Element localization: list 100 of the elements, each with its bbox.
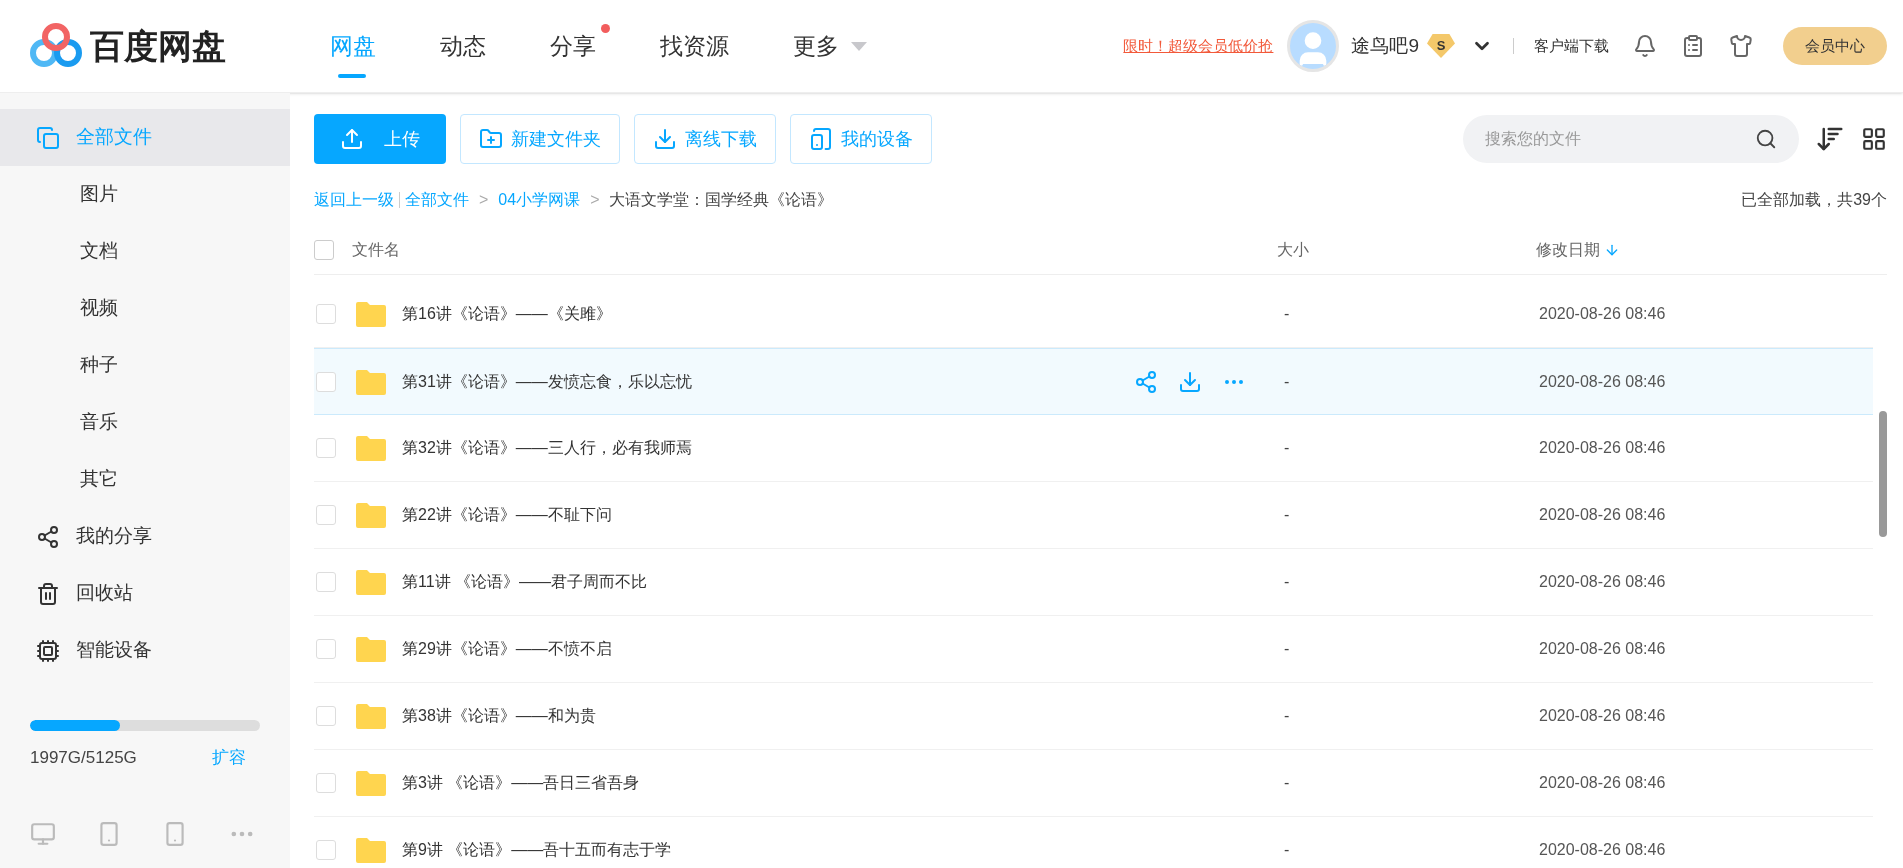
scrollbar[interactable] [1879, 411, 1887, 537]
file-row[interactable]: 第11讲 《论语》——君子周而不比 - 2020-08-26 08:46 [314, 549, 1873, 616]
nav-tab[interactable]: 找资源 [660, 0, 743, 93]
vip-badge: S [1427, 34, 1455, 58]
files-icon [36, 125, 60, 150]
shirt-icon[interactable] [1729, 34, 1753, 58]
nav-tab[interactable]: 更多 [793, 0, 881, 93]
breadcrumb-separator: > [590, 190, 600, 210]
sidebar-item[interactable]: 视频 [0, 280, 290, 337]
storage-reading: 1997G/5125G [30, 746, 137, 769]
search-icon[interactable] [1755, 128, 1777, 150]
grid-view-icon[interactable] [1861, 126, 1887, 152]
file-row[interactable]: 第3讲 《论语》——吾日三省吾身 - 2020-08-26 08:46 [314, 750, 1873, 817]
file-date: 2020-08-26 08:46 [1539, 505, 1666, 525]
clipboard-icon[interactable] [1681, 34, 1705, 58]
select-all-checkbox[interactable] [314, 239, 334, 260]
file-size: - [1284, 773, 1291, 793]
file-row[interactable]: 第9讲 《论语》——吾十五而有志于学 - 2020-08-26 08:46 [314, 817, 1873, 868]
file-row[interactable]: 第29讲《论语》——不愤不启 - 2020-08-26 08:46 [314, 616, 1873, 683]
file-date: 2020-08-26 08:46 [1539, 371, 1666, 392]
sidebar-item[interactable]: 图片 [0, 166, 290, 223]
folder-icon [354, 568, 388, 596]
client-download-link[interactable]: 客户端下载 [1534, 34, 1609, 58]
logo-icon [30, 23, 82, 69]
file-size: - [1284, 706, 1291, 726]
file-name[interactable]: 第22讲《论语》——不耻下问 [402, 503, 962, 527]
nav-tab[interactable]: 分享 [550, 0, 610, 93]
file-size: - [1284, 639, 1291, 659]
column-header: 大小 [1277, 239, 1310, 260]
file-name[interactable]: 第38讲《论语》——和为贵 [402, 704, 962, 728]
breadcrumb-separator: > [479, 190, 489, 210]
file-date: 2020-08-26 08:46 [1539, 706, 1666, 726]
folder-icon [354, 635, 388, 663]
folder-icon [354, 702, 388, 730]
file-size: - [1284, 572, 1291, 592]
breadcrumb-item[interactable]: 大语文学堂：国学经典《论语》 [609, 188, 834, 212]
file-date: 2020-08-26 08:46 [1539, 773, 1666, 793]
file-date: 2020-08-26 08:46 [1539, 304, 1666, 324]
file-name[interactable]: 第3讲 《论语》——吾日三省吾身 [402, 771, 962, 795]
row-checkbox[interactable] [316, 572, 336, 592]
folder-icon [354, 434, 388, 462]
file-name[interactable]: 第29讲《论语》——不愤不启 [402, 637, 962, 661]
member-center-button[interactable]: 会员中心 [1783, 27, 1887, 65]
file-size: - [1284, 304, 1291, 324]
search-field[interactable]: 搜索您的文件 [1463, 115, 1799, 163]
load-status: 已全部加载，共39个 [1741, 190, 1887, 210]
row-checkbox[interactable] [316, 505, 336, 525]
sidebar-item[interactable]: 文档 [0, 223, 290, 280]
sidebar-item[interactable]: 音乐 [0, 394, 290, 451]
file-date: 2020-08-26 08:46 [1539, 572, 1666, 592]
caret-icon [851, 41, 867, 51]
file-row[interactable]: 第22讲《论语》——不耻下问 - 2020-08-26 08:46 [314, 482, 1873, 549]
file-name[interactable]: 第16讲《论语》——《关雎》 [402, 302, 962, 326]
upload-icon [340, 127, 364, 151]
column-header[interactable]: 修改日期 [1536, 237, 1620, 262]
folder-icon [354, 367, 388, 396]
file-date: 2020-08-26 08:46 [1539, 840, 1666, 860]
share-icon[interactable] [1134, 369, 1158, 394]
device-icon [809, 127, 833, 151]
download-icon[interactable] [1178, 369, 1202, 394]
file-name[interactable]: 第11讲 《论语》——君子周而不比 [402, 570, 962, 594]
sidebar-item[interactable]: 种子 [0, 337, 290, 394]
sidebar-item[interactable]: 其它 [0, 451, 290, 508]
row-checkbox[interactable] [316, 706, 336, 726]
file-row[interactable]: 第32讲《论语》——三人行，必有我师焉 - 2020-08-26 08:46 [314, 415, 1873, 482]
sidebar-item[interactable]: 智能设备 [0, 622, 290, 679]
file-size: - [1284, 505, 1291, 525]
row-checkbox[interactable] [316, 639, 336, 659]
row-checkbox[interactable] [316, 371, 336, 392]
row-checkbox[interactable] [316, 304, 336, 324]
file-size: - [1284, 371, 1291, 392]
folder-icon [354, 501, 388, 529]
logo-text: 百度网盘 [90, 25, 226, 67]
file-name[interactable]: 第9讲 《论语》——吾十五而有志于学 [402, 838, 962, 862]
file-size: - [1284, 840, 1291, 860]
monitor-icon[interactable] [30, 821, 56, 847]
folder-icon [354, 300, 388, 328]
new-folder-icon [479, 127, 503, 151]
sidebar-item[interactable]: 回收站 [0, 565, 290, 622]
file-row[interactable]: 第31讲《论语》——发愤忘食，乐以忘忧 - 2020-08-26 08:46 [314, 348, 1873, 415]
file-name[interactable]: 第31讲《论语》——发愤忘食，乐以忘忧 [402, 369, 962, 394]
file-row[interactable]: 第38讲《论语》——和为贵 - 2020-08-26 08:46 [314, 683, 1873, 750]
avatar[interactable] [1287, 20, 1340, 72]
file-name[interactable]: 第32讲《论语》——三人行，必有我师焉 [402, 436, 962, 460]
nav-tab[interactable]: 动态 [440, 0, 500, 93]
row-checkbox[interactable] [316, 773, 336, 793]
chip-icon [36, 638, 60, 663]
user-name[interactable]: 途鸟吧9 [1351, 31, 1419, 61]
bell-icon[interactable] [1633, 34, 1657, 58]
sidebar-item[interactable]: 我的分享 [0, 508, 290, 565]
trash-icon [36, 581, 60, 606]
row-checkbox[interactable] [316, 840, 336, 860]
share-icon [36, 524, 60, 549]
column-header: 文件名 [352, 239, 401, 260]
download-icon [653, 127, 677, 151]
folder-icon [354, 836, 388, 864]
row-checkbox[interactable] [316, 438, 336, 458]
file-date: 2020-08-26 08:46 [1539, 639, 1666, 659]
file-size: - [1284, 438, 1291, 458]
file-date: 2020-08-26 08:46 [1539, 438, 1666, 458]
